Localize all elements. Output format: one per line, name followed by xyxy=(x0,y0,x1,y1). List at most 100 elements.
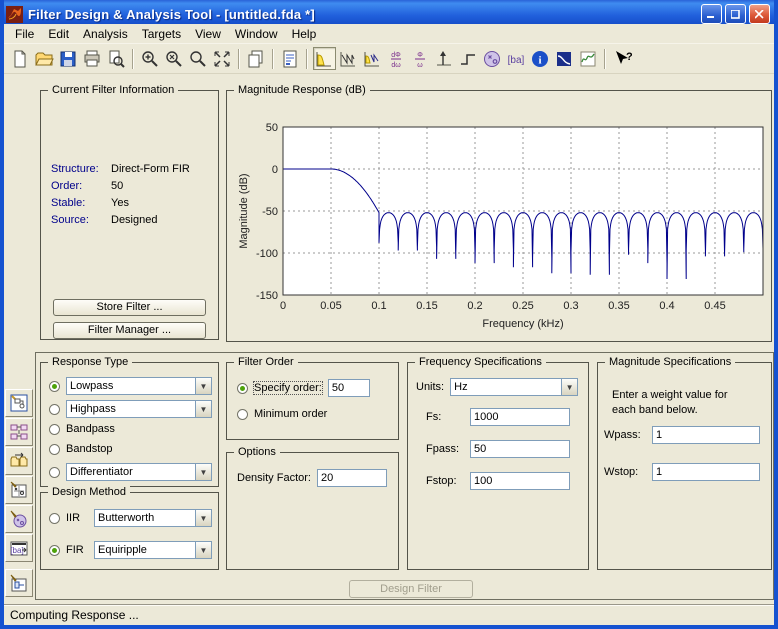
magnitude-response-icon[interactable] xyxy=(312,47,336,70)
transform-filter-icon[interactable] xyxy=(5,418,33,446)
iir-radio[interactable] xyxy=(49,512,60,524)
highpass-radio[interactable] xyxy=(49,403,60,415)
menu-file[interactable]: File xyxy=(8,25,41,43)
zoom-restore-icon[interactable] xyxy=(187,47,210,70)
multirate-filter-icon[interactable] xyxy=(5,389,33,417)
print-preview-icon[interactable] xyxy=(105,47,128,70)
menu-view[interactable]: View xyxy=(188,25,228,43)
panel-title: Frequency Specifications xyxy=(415,356,546,368)
fir-radio[interactable] xyxy=(49,544,60,556)
fs-label: Fs: xyxy=(426,411,442,423)
import-filter-icon[interactable] xyxy=(5,447,33,475)
group-delay-icon[interactable]: dΦ dω xyxy=(385,47,408,70)
units-dropdown[interactable]: Hz ▼ xyxy=(450,378,579,396)
full-view-icon[interactable] xyxy=(211,47,234,70)
info-label: Stable: xyxy=(51,197,86,209)
print-icon[interactable] xyxy=(81,47,104,70)
matlab-logo-icon xyxy=(6,5,23,23)
close-button[interactable] xyxy=(749,4,770,24)
fstop-input[interactable] xyxy=(470,472,570,490)
units-label: Units: xyxy=(416,381,445,393)
magnitude-response-panel: Magnitude Response (dB) 50 0 -50 -100 -150 0 0… xyxy=(226,84,772,342)
lowpass-radio[interactable] xyxy=(49,380,60,392)
chevron-down-icon[interactable]: ▼ xyxy=(195,464,211,480)
differentiator-radio[interactable] xyxy=(49,466,60,478)
svg-text:-150: -150 xyxy=(256,290,278,302)
lowpass-dropdown[interactable]: Lowpass ▼ xyxy=(66,377,212,395)
status-text: Computing Response ... xyxy=(10,608,139,622)
response-type-panel: Response Type Lowpass ▼ Highpass ▼ Bandpass B… xyxy=(40,356,219,487)
open-file-icon[interactable] xyxy=(33,47,56,70)
dropdown-value: Equiripple xyxy=(98,544,147,556)
dropdown-value: Lowpass xyxy=(70,380,114,392)
density-factor-input[interactable] xyxy=(316,469,387,487)
filter-specifications-icon[interactable] xyxy=(279,47,302,70)
noise-psd-icon[interactable] xyxy=(577,47,600,70)
zoom-in-icon[interactable] xyxy=(139,47,162,70)
menu-window[interactable]: Window xyxy=(228,25,285,43)
design-method-panel: Design Method IIR Butterworth ▼ FIR Equiripp… xyxy=(40,486,219,570)
specify-order-radio[interactable] xyxy=(237,382,248,394)
bandpass-radio[interactable] xyxy=(49,423,60,435)
specify-order-input[interactable] xyxy=(327,379,370,397)
magnitude-estimate-icon[interactable] xyxy=(553,47,576,70)
minimum-order-radio[interactable] xyxy=(237,408,248,420)
svg-text:Frequency (kHz): Frequency (kHz) xyxy=(482,318,563,330)
minimize-button[interactable] xyxy=(701,4,722,24)
print-to-figure-icon[interactable] xyxy=(245,47,268,70)
save-icon[interactable] xyxy=(57,47,80,70)
pole-zero-icon[interactable] xyxy=(481,47,504,70)
pole-zero-editor-icon[interactable] xyxy=(5,476,33,504)
help-icon[interactable]: ? xyxy=(611,47,634,70)
filter-information-icon[interactable]: i xyxy=(529,47,552,70)
realize-model-icon[interactable]: [ba] xyxy=(5,534,33,562)
differentiator-dropdown[interactable]: Differentiator ▼ xyxy=(66,463,212,481)
units-value: Hz xyxy=(454,381,468,393)
bandstop-radio[interactable] xyxy=(49,443,60,455)
filter-info-row: Order: 50 xyxy=(51,180,190,192)
sidebar: [ba] xyxy=(5,389,36,598)
chevron-down-icon[interactable]: ▼ xyxy=(195,401,211,417)
filter-info-row: Stable: Yes xyxy=(51,197,190,209)
filter-manager-button[interactable]: Filter Manager ... xyxy=(53,322,206,339)
wstop-input[interactable] xyxy=(652,463,760,481)
menu-help[interactable]: Help xyxy=(285,25,324,43)
new-file-icon[interactable] xyxy=(9,47,32,70)
fpass-input[interactable] xyxy=(470,440,570,458)
svg-text:[ba]: [ba] xyxy=(508,55,525,66)
design-filter-button[interactable]: Design Filter xyxy=(349,580,473,598)
magnitude-specs-panel: Magnitude Specifications Enter a weight … xyxy=(597,356,772,570)
design-filter-icon[interactable] xyxy=(5,569,33,597)
impulse-response-icon[interactable] xyxy=(433,47,456,70)
store-filter-button[interactable]: Store Filter ... xyxy=(53,299,206,316)
info-value: 50 xyxy=(111,180,124,192)
highpass-dropdown[interactable]: Highpass ▼ xyxy=(66,400,212,418)
chevron-down-icon[interactable]: ▼ xyxy=(561,379,578,395)
info-value: Yes xyxy=(111,197,129,209)
filter-coefficients-icon[interactable]: [ba] xyxy=(505,47,528,70)
fstop-label: Fstop: xyxy=(426,475,457,487)
menu-targets[interactable]: Targets xyxy=(135,25,188,43)
phase-delay-icon[interactable]: Φω xyxy=(409,47,432,70)
wpass-input[interactable] xyxy=(652,426,760,444)
fs-input[interactable] xyxy=(470,408,570,426)
iir-method-dropdown[interactable]: Butterworth ▼ xyxy=(94,509,212,527)
chevron-down-icon[interactable]: ▼ xyxy=(195,378,211,394)
quantization-icon[interactable] xyxy=(5,505,33,533)
chevron-down-icon[interactable]: ▼ xyxy=(195,542,211,558)
svg-text:0.45: 0.45 xyxy=(704,300,725,312)
chevron-down-icon[interactable]: ▼ xyxy=(195,510,211,526)
svg-text:ω: ω xyxy=(417,62,423,69)
step-response-icon[interactable] xyxy=(457,47,480,70)
menu-analysis[interactable]: Analysis xyxy=(76,25,135,43)
svg-text:0.2: 0.2 xyxy=(467,300,482,312)
fir-method-dropdown[interactable]: Equiripple ▼ xyxy=(94,541,212,559)
info-label: Order: xyxy=(51,180,83,192)
dropdown-value: Differentiator xyxy=(70,466,133,478)
menu-edit[interactable]: Edit xyxy=(41,25,76,43)
magnitude-phase-icon[interactable] xyxy=(361,47,384,70)
phase-response-icon[interactable] xyxy=(337,47,360,70)
maximize-button[interactable] xyxy=(725,4,746,24)
info-value: Designed xyxy=(111,214,158,226)
zoom-out-icon[interactable] xyxy=(163,47,186,70)
